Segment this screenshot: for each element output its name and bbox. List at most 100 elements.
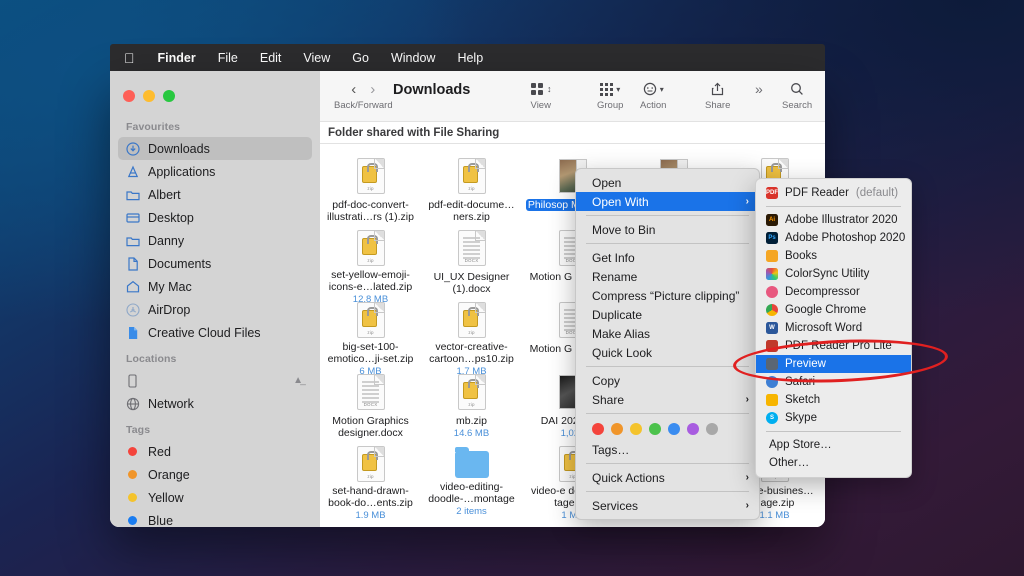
file-item[interactable]: DOCX Motion Graphics designer.docx: [320, 370, 421, 442]
sidebar-item-albert[interactable]: Albert: [118, 183, 312, 206]
sidebar-item-tag-yellow[interactable]: Yellow: [118, 486, 312, 509]
group-button[interactable]: ▾ Group: [597, 79, 623, 111]
menu-item-window[interactable]: Window: [380, 51, 446, 65]
chevron-updown-icon[interactable]: ↕: [547, 84, 552, 94]
context-menu-item-compress[interactable]: Compress “Picture clipping”: [576, 286, 759, 305]
view-button[interactable]: ↕ View: [530, 79, 552, 111]
submenu-item-microsoft-word[interactable]: W Microsoft Word: [756, 319, 911, 337]
submenu-item-decompressor[interactable]: Decompressor: [756, 283, 911, 301]
submenu-item-app-store[interactable]: App Store…: [756, 436, 911, 454]
tag-swatch-blue[interactable]: [668, 423, 680, 435]
file-item[interactable]: DOCX UI_UX Designer (1).docx: [421, 226, 522, 298]
share-button[interactable]: Share: [705, 79, 730, 111]
submenu-item-safari[interactable]: Safari: [756, 373, 911, 391]
app-label: Books: [785, 250, 817, 262]
eject-icon[interactable]: ▲̲: [293, 375, 303, 386]
menu-separator: [586, 491, 749, 492]
tag-swatch-yellow[interactable]: [630, 423, 642, 435]
share-icon[interactable]: [711, 79, 724, 99]
chevrons-right-icon[interactable]: »: [755, 79, 763, 99]
minimize-button[interactable]: [143, 90, 155, 102]
submenu-item-books[interactable]: Books: [756, 247, 911, 265]
maximize-button[interactable]: [163, 90, 175, 102]
sidebar-item-tag-orange[interactable]: Orange: [118, 463, 312, 486]
tag-swatch-green[interactable]: [649, 423, 661, 435]
file-item[interactable]: zip pdf-doc-convert-illustrati…rs (1).zi…: [320, 154, 421, 226]
search-icon[interactable]: [790, 79, 804, 99]
back-forward-group[interactable]: ‹ › Back/Forward: [334, 79, 393, 112]
file-item[interactable]: zip pdf-edit-docume…ners.zip: [421, 154, 522, 226]
chevron-down-icon[interactable]: ▾: [616, 85, 620, 94]
sidebar-item-danny[interactable]: Danny: [118, 229, 312, 252]
search-label: Search: [782, 100, 813, 111]
sidebar-item-tag-red[interactable]: Red: [118, 440, 312, 463]
submenu-item-skype[interactable]: S Skype: [756, 409, 911, 427]
action-icon[interactable]: ▾: [643, 79, 664, 99]
tag-color-swatches[interactable]: [576, 418, 759, 440]
menu-item-go[interactable]: Go: [341, 51, 380, 65]
sidebar-item-label: Applications: [148, 164, 216, 179]
context-menu-item-open[interactable]: Open: [576, 173, 759, 192]
context-menu-item-open-with[interactable]: Open With ›: [576, 192, 759, 211]
zip-file-icon: zip: [354, 156, 388, 196]
sidebar-item-desktop[interactable]: Desktop: [118, 206, 312, 229]
file-item[interactable]: zip set-hand-drawn-book-do…ents.zip 1.9 …: [320, 442, 421, 521]
sidebar-item-airdrop[interactable]: AirDrop: [118, 298, 312, 321]
menu-item-help[interactable]: Help: [446, 51, 494, 65]
menu-item-finder[interactable]: Finder: [147, 51, 207, 65]
sidebar-item-device[interactable]: ▲̲: [118, 369, 312, 392]
context-menu-item-quick-look[interactable]: Quick Look: [576, 343, 759, 362]
app-label: Sketch: [785, 394, 821, 406]
file-item[interactable]: video-editing-doodle-…montage 2 items: [421, 442, 522, 517]
nav-arrows[interactable]: ‹ ›: [351, 79, 375, 99]
file-item[interactable]: zip vector-creative-cartoon…ps10.zip 1.7…: [421, 298, 522, 377]
context-menu-item-make-alias[interactable]: Make Alias: [576, 324, 759, 343]
group-icon[interactable]: ▾: [600, 79, 620, 99]
search-button[interactable]: Search: [782, 79, 812, 111]
menu-item-edit[interactable]: Edit: [249, 51, 293, 65]
context-menu-item-services[interactable]: Services ›: [576, 496, 759, 515]
submenu-item-adobe-illustrator[interactable]: Ai Adobe Illustrator 2020: [756, 211, 911, 229]
file-item[interactable]: zip big-set-100-emotico…ji-set.zip 6 MB: [320, 298, 421, 377]
chevron-down-icon[interactable]: ▾: [660, 85, 664, 94]
tag-swatch-orange[interactable]: [611, 423, 623, 435]
apple-logo-icon[interactable]: : [118, 51, 147, 65]
submenu-item-colorsync-utility[interactable]: ColorSync Utility: [756, 265, 911, 283]
forward-icon[interactable]: ›: [370, 81, 375, 98]
file-item[interactable]: zip mb.zip 14.6 MB: [421, 370, 522, 442]
file-item[interactable]: zip set-yellow-emoji-icons-e…lated.zip 1…: [320, 226, 421, 305]
more-toolbar-items-button[interactable]: »: [755, 79, 763, 99]
sidebar-item-network[interactable]: Network: [118, 392, 312, 415]
menu-item-view[interactable]: View: [292, 51, 341, 65]
submenu-item-pdf-reader-pro-lite[interactable]: PDF Reader Pro Lite: [756, 337, 911, 355]
submenu-item-pdf-reader[interactable]: PDF PDF Reader (default): [756, 184, 911, 202]
sidebar-item-creative-cloud-files[interactable]: Creative Cloud Files: [118, 321, 312, 344]
context-menu-item-tags[interactable]: Tags…: [576, 440, 759, 459]
tag-swatch-red[interactable]: [592, 423, 604, 435]
submenu-item-other[interactable]: Other…: [756, 454, 911, 472]
menu-label: Open With: [592, 194, 649, 209]
action-button[interactable]: ▾ Action: [640, 79, 666, 111]
context-menu-item-share[interactable]: Share ›: [576, 390, 759, 409]
view-icon[interactable]: ↕: [530, 79, 552, 99]
context-menu-item-copy[interactable]: Copy: [576, 371, 759, 390]
menu-item-file[interactable]: File: [207, 51, 249, 65]
sidebar-item-tag-blue[interactable]: Blue: [118, 509, 312, 527]
context-menu-item-move-to-bin[interactable]: Move to Bin: [576, 220, 759, 239]
sidebar-item-my-mac[interactable]: My Mac: [118, 275, 312, 298]
context-menu-item-quick-actions[interactable]: Quick Actions ›: [576, 468, 759, 487]
tag-swatch-grey[interactable]: [706, 423, 718, 435]
submenu-item-sketch[interactable]: Sketch: [756, 391, 911, 409]
context-menu-item-get-info[interactable]: Get Info: [576, 248, 759, 267]
submenu-item-preview[interactable]: Preview: [756, 355, 911, 373]
sidebar-item-downloads[interactable]: Downloads: [118, 137, 312, 160]
tag-swatch-purple[interactable]: [687, 423, 699, 435]
submenu-item-google-chrome[interactable]: Google Chrome: [756, 301, 911, 319]
sidebar-item-applications[interactable]: Applications: [118, 160, 312, 183]
sidebar-item-documents[interactable]: Documents: [118, 252, 312, 275]
back-icon[interactable]: ‹: [351, 81, 356, 98]
close-button[interactable]: [123, 90, 135, 102]
submenu-item-adobe-photoshop[interactable]: Ps Adobe Photoshop 2020: [756, 229, 911, 247]
context-menu-item-rename[interactable]: Rename: [576, 267, 759, 286]
context-menu-item-duplicate[interactable]: Duplicate: [576, 305, 759, 324]
